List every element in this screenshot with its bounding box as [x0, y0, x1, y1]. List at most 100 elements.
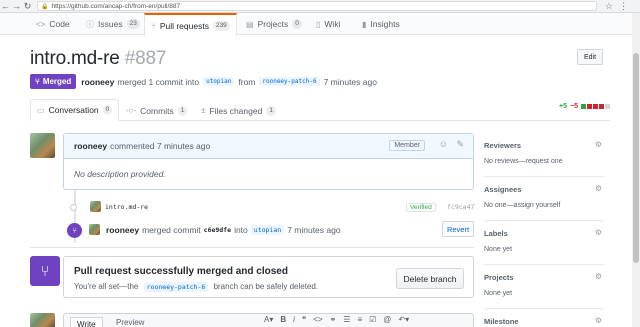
comment-action: commented 7 minutes ago	[110, 141, 211, 151]
merged-panel: Pull request successfully merged and clo…	[63, 256, 474, 298]
merge-icon: ⑂	[30, 256, 60, 286]
tab-insights[interactable]: ▮ Insights	[362, 13, 400, 35]
merge-into-text: into	[234, 225, 248, 235]
gear-icon[interactable]: ⚙	[595, 140, 602, 149]
code-icon[interactable]: <>	[313, 315, 322, 324]
merged-branch[interactable]: rooneey-patch-6	[143, 282, 209, 292]
merged-description: You're all set—the rooneey-patch-6 branc…	[74, 282, 318, 292]
pr-title: intro.md-re	[30, 48, 120, 69]
gear-icon[interactable]: ⚙	[595, 184, 602, 193]
reload-icon[interactable]: ↻	[22, 1, 33, 12]
status-badge: ⑂ Merged	[30, 74, 77, 89]
diffstat: +5 −5	[559, 103, 610, 110]
sidebar-value: None yet	[484, 290, 513, 297]
italic-icon[interactable]: i	[293, 315, 295, 324]
comment-author-link[interactable]: rooneey	[74, 141, 107, 151]
head-branch[interactable]: rooneey-patch-6	[259, 77, 320, 86]
numbered-list-icon[interactable]: ≡	[357, 315, 362, 324]
merged-desc-before: You're all set—the	[74, 282, 139, 291]
tab-projects[interactable]: ▤ Projects 0	[246, 13, 302, 35]
commit-message[interactable]: intro.md-re	[105, 203, 148, 211]
sidebar-title: Labels	[484, 229, 508, 238]
merged-status-box: ⑂ Pull request successfully merged and c…	[30, 256, 474, 298]
merge-sha[interactable]: c6e9dfe	[204, 226, 231, 234]
gear-icon[interactable]: ⚙	[595, 316, 602, 325]
pr-number: #887	[124, 48, 167, 69]
merge-branch[interactable]: utopian	[250, 225, 285, 235]
base-branch[interactable]: utopian	[203, 77, 235, 86]
link-icon[interactable]: ⚭	[330, 315, 337, 324]
gear-icon[interactable]: ⚙	[595, 272, 602, 281]
merge-time: 7 minutes ago	[287, 225, 341, 235]
tab-code[interactable]: <> Code	[36, 13, 70, 35]
avatar[interactable]	[89, 224, 100, 235]
browser-menu-icon[interactable]: ⋮	[619, 1, 628, 12]
diff-icon: ±	[201, 106, 206, 115]
pr-meta: ⑂ Merged rooneey merged 1 commit into ut…	[30, 74, 377, 89]
heading-icon[interactable]: A▾	[264, 315, 273, 324]
book-icon: ▯	[316, 19, 321, 29]
quote-icon[interactable]: ❝	[302, 315, 306, 324]
tab-issues[interactable]: ⓘ Issues 23	[86, 13, 140, 35]
avatar[interactable]	[30, 313, 55, 327]
list-icon[interactable]: ☰	[343, 315, 350, 324]
verified-badge[interactable]: Verified	[406, 203, 436, 212]
sidebar-value: No reviews—request one	[484, 158, 563, 165]
sidebar-projects: Projects ⚙ None yet	[484, 265, 604, 309]
sidebar-labels: Labels ⚙ None yet	[484, 221, 604, 265]
edit-button[interactable]: Edit	[577, 49, 603, 65]
diffstat-block	[581, 104, 586, 109]
avatar[interactable]	[30, 133, 55, 158]
merge-text: merged 1 commit into	[117, 76, 200, 87]
diffstat-block	[587, 104, 592, 109]
url-text: https://github.com/ancap-ch/from-en/pull…	[51, 2, 181, 10]
comment-icon: ▭	[37, 105, 45, 115]
back-icon[interactable]: ←	[0, 1, 11, 12]
sidebar-title: Reviewers	[484, 141, 522, 150]
sidebar-title: Projects	[484, 273, 514, 282]
bold-icon[interactable]: B	[280, 315, 286, 324]
mention-icon[interactable]: @	[383, 315, 391, 324]
address-bar[interactable]: 🔒 https://github.com/ancap-ch/from-en/pu…	[37, 1, 597, 11]
issue-icon: ⓘ	[86, 19, 94, 29]
merge-icon: ⑂	[35, 77, 40, 86]
sidebar-assignees: Assignees ⚙ No one—assign yourself	[484, 177, 604, 221]
conversation-counter: 0	[102, 105, 113, 115]
merge-event-text: merged commit	[142, 225, 201, 235]
diffstat-block	[605, 104, 610, 109]
tab-label: Commits	[140, 105, 174, 116]
sidebar-title: Milestone	[484, 317, 519, 326]
scrollbar[interactable]	[632, 13, 640, 327]
status-label: Merged	[42, 77, 72, 86]
merge-author-link[interactable]: rooneey	[106, 225, 139, 235]
commit-icon: -○-	[126, 106, 137, 115]
pr-author-link[interactable]: rooneey	[81, 77, 114, 87]
bookmark-star-icon[interactable]: ☆	[605, 1, 613, 12]
sidebar-reviewers: Reviewers ⚙ No reviews—request one	[484, 133, 604, 177]
tab-write[interactable]: Write	[70, 317, 103, 327]
page-title: intro.md-re #887	[30, 48, 166, 70]
tab-conversation[interactable]: ▭ Conversation 0	[30, 99, 120, 121]
tab-preview[interactable]: Preview	[116, 318, 144, 327]
tab-label: Pull requests	[159, 20, 209, 31]
gear-icon[interactable]: ⚙	[595, 228, 602, 237]
tab-pull-requests[interactable]: ⑂ Pull requests 239	[144, 13, 237, 36]
delete-branch-button[interactable]: Delete branch	[396, 268, 464, 289]
tab-files-changed[interactable]: ± Files changed 1	[201, 100, 276, 121]
formatting-toolbar: A▾ B i ❝ <> ⚭ ☰ ≡ ☑ @ ↶▾	[264, 315, 409, 324]
commit-sha[interactable]: fc9ca47	[447, 203, 474, 211]
reply-icon[interactable]: ↶▾	[398, 315, 409, 324]
merged-title: Pull request successfully merged and clo…	[74, 266, 288, 277]
add-reaction-icon[interactable]: ☺	[439, 139, 448, 149]
tab-commits[interactable]: -○- Commits 1	[126, 100, 188, 121]
tab-label: Issues	[98, 19, 123, 29]
revert-button[interactable]: Revert	[442, 221, 474, 237]
merge-icon: ⑂	[67, 222, 82, 238]
tab-wiki[interactable]: ▯ Wiki	[316, 13, 340, 35]
avatar[interactable]	[90, 201, 101, 212]
scrollbar-thumb[interactable]	[633, 53, 639, 263]
forward-icon[interactable]: →	[11, 1, 22, 12]
task-list-icon[interactable]: ☑	[369, 315, 376, 324]
comment-composer: Write Preview A▾ B i ❝ <> ⚭ ☰ ≡ ☑ @ ↶▾	[63, 313, 474, 327]
pencil-icon[interactable]: ✎	[456, 139, 464, 150]
